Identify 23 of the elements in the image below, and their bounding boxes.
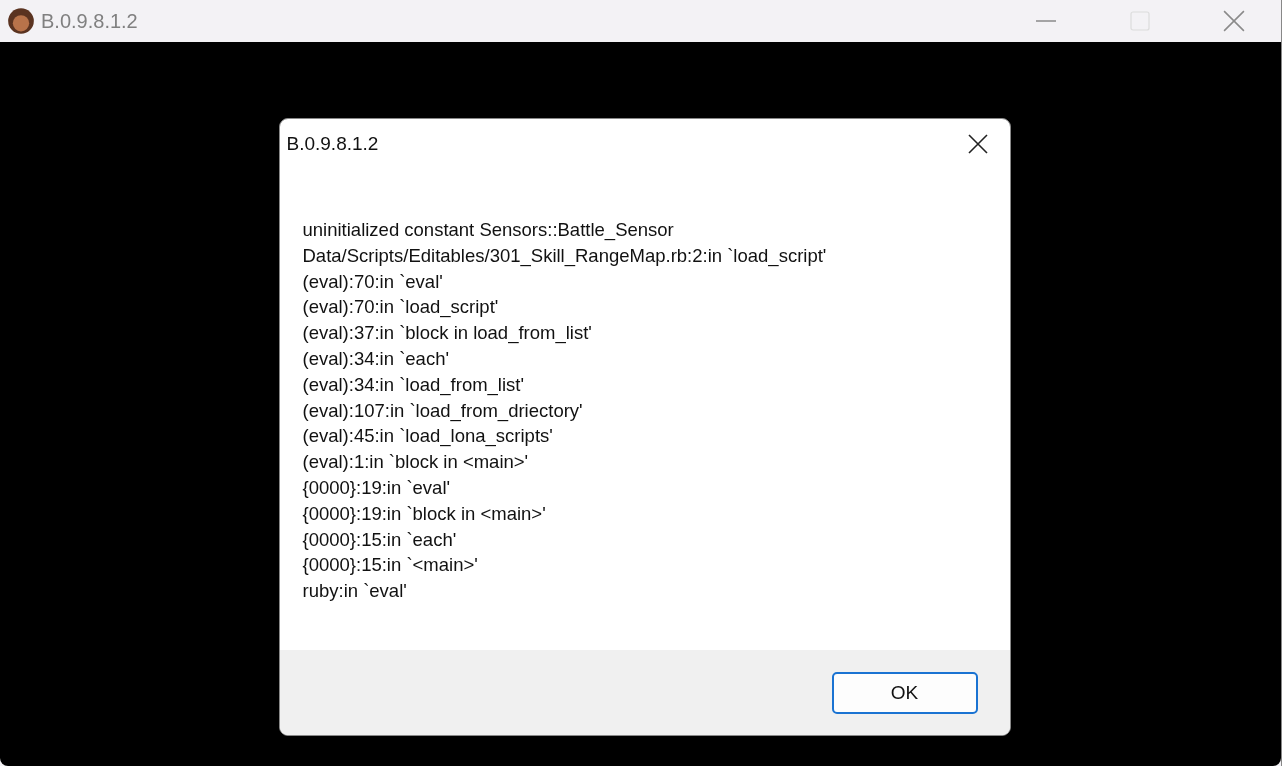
- error-message-line: {0000}:19:in `eval': [302, 475, 452, 500]
- avatar-icon: [7, 7, 35, 35]
- error-message-line: (eval):45:in `load_lona_scripts': [302, 424, 554, 449]
- error-message-line: (eval):34:in `each': [302, 347, 450, 371]
- close-icon: [967, 134, 988, 154]
- error-message-line: ruby:in `eval': [302, 579, 408, 604]
- close-icon: [1223, 10, 1245, 32]
- error-message-line: {0000}:15:in `each': [302, 527, 458, 552]
- window-title: B.0.9.8.1.2: [41, 9, 138, 33]
- minimize-icon: [1036, 20, 1056, 22]
- error-message-line: Data/Scripts/Editables/301_Skill_RangeMap.rb:2:in `load_script': [302, 243, 828, 269]
- error-message-line: (eval):37:in `block in load_from_list': [302, 321, 593, 346]
- maximize-icon: [1130, 11, 1150, 31]
- error-message-line: {0000}:19:in `block in <main>': [302, 501, 547, 526]
- ok-button[interactable]: OK: [831, 671, 978, 714]
- error-message-line: uninitialized constant Sensors::Battle_Sensor: [302, 218, 675, 243]
- error-message-line: (eval):107:in `load_from_driectory': [302, 398, 584, 424]
- error-message-line: (eval):70:in `eval': [302, 269, 444, 294]
- error-message-line: (eval):34:in `load_from_list': [302, 372, 525, 398]
- dialog-title: B.0.9.8.1.2: [286, 133, 379, 155]
- error-message-line: (eval):1:in `block in <main>': [302, 450, 530, 475]
- error-message-line: {0000}:15:in `<main>': [302, 553, 479, 578]
- error-message-line: (eval):70:in `load_script': [302, 295, 500, 320]
